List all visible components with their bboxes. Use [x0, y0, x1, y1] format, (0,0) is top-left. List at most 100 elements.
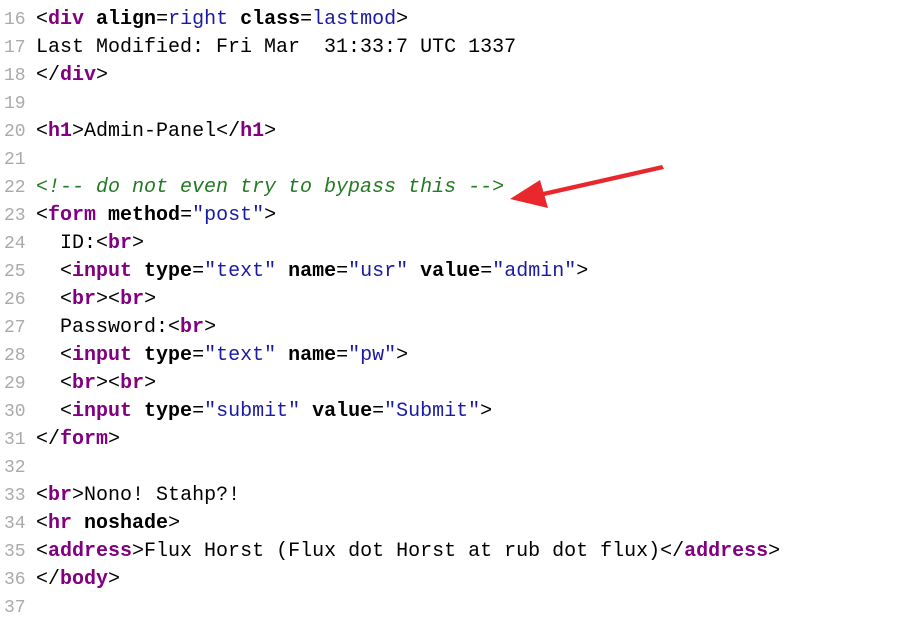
attr-name: name — [288, 260, 337, 283]
code-text: Password:<br> — [36, 314, 922, 342]
punct: = — [192, 400, 205, 423]
code-line-37: 37 — [0, 594, 922, 622]
attr-name: type — [144, 400, 193, 423]
code-text: <br>Nono! Stahp?! — [36, 482, 922, 510]
attr-name: value — [420, 260, 481, 283]
source-code-view: 16 <div align=right class=lastmod> 17 La… — [0, 6, 922, 622]
code-text: Last Modified: Fri Mar 31:33:7 UTC 1337 — [36, 34, 922, 62]
code-line-22: 22 <!-- do not even try to bypass this -… — [0, 174, 922, 202]
code-line-16: 16 <div align=right class=lastmod> — [0, 6, 922, 34]
line-number: 18 — [4, 66, 26, 86]
tag-name: address — [48, 540, 133, 563]
tag-name: input — [72, 344, 133, 367]
tag-name: br — [72, 372, 97, 395]
punct: = — [372, 400, 385, 423]
code-line-18: 18 </div> — [0, 62, 922, 90]
tag-name: h1 — [48, 120, 73, 143]
plain-text: Last Modified: Fri Mar 31:33:7 UTC 1337 — [36, 36, 517, 59]
plain-text: ID: — [60, 232, 97, 255]
code-line-36: 36 </body> — [0, 566, 922, 594]
code-text: <address>Flux Horst (Flux dot Horst at r… — [36, 538, 922, 566]
punct: > — [768, 540, 781, 563]
line-number: 30 — [4, 402, 26, 422]
attr-value: lastmod — [312, 8, 397, 31]
code-text: ID:<br> — [36, 230, 922, 258]
attr-name: method — [108, 204, 181, 227]
plain-text: Admin-Panel — [84, 120, 217, 143]
punct: > — [96, 288, 109, 311]
code-line-26: 26 <br><br> — [0, 286, 922, 314]
punct: < — [36, 120, 49, 143]
line-number: 25 — [4, 262, 26, 282]
code-text: <!-- do not even try to bypass this --> — [36, 174, 922, 202]
code-text: <h1>Admin-Panel</h1> — [36, 118, 922, 146]
code-line-20: 20 <h1>Admin-Panel</h1> — [0, 118, 922, 146]
punct: < — [36, 512, 49, 535]
punct: < — [36, 204, 49, 227]
punct: > — [144, 372, 157, 395]
punct: > — [132, 232, 145, 255]
tag-name: br — [180, 316, 205, 339]
code-text: </div> — [36, 62, 922, 90]
punct: > — [72, 120, 85, 143]
attr-value: "submit" — [204, 400, 301, 423]
line-number: 16 — [4, 10, 26, 30]
code-line-27: 27 Password:<br> — [0, 314, 922, 342]
attr-value: "text" — [204, 260, 277, 283]
attr-name: type — [144, 344, 193, 367]
punct: < — [36, 484, 49, 507]
code-text: <form method="post"> — [36, 202, 922, 230]
tag-name: input — [72, 260, 133, 283]
punct: < — [96, 232, 109, 255]
punct: > — [576, 260, 589, 283]
attr-value: "admin" — [492, 260, 577, 283]
code-text: <input type="text" name="usr" value="adm… — [36, 258, 922, 286]
punct: > — [396, 8, 409, 31]
punct: > — [204, 316, 217, 339]
code-text: <input type="submit" value="Submit"> — [36, 398, 922, 426]
punct: > — [264, 120, 277, 143]
tag-name: h1 — [240, 120, 265, 143]
code-line-23: 23 <form method="post"> — [0, 202, 922, 230]
code-text: <br><br> — [36, 370, 922, 398]
code-line-17: 17 Last Modified: Fri Mar 31:33:7 UTC 13… — [0, 34, 922, 62]
code-text: </body> — [36, 566, 922, 594]
code-line-19: 19 — [0, 90, 922, 118]
punct: < — [60, 260, 73, 283]
tag-name: div — [48, 8, 85, 31]
punct: = — [192, 260, 205, 283]
line-number: 35 — [4, 542, 26, 562]
code-line-21: 21 — [0, 146, 922, 174]
attr-value: "text" — [204, 344, 277, 367]
line-number: 33 — [4, 486, 26, 506]
plain-text: Nono! Stahp?! — [84, 484, 241, 507]
code-text: <input type="text" name="pw"> — [36, 342, 922, 370]
attr-value: "post" — [192, 204, 265, 227]
plain-text: Flux Horst (Flux dot Horst at rub dot fl… — [144, 540, 661, 563]
punct: < — [168, 316, 181, 339]
punct: > — [168, 512, 181, 535]
code-line-33: 33 <br>Nono! Stahp?! — [0, 482, 922, 510]
code-line-24: 24 ID:<br> — [0, 230, 922, 258]
tag-name: hr — [48, 512, 73, 535]
line-number: 22 — [4, 178, 26, 198]
tag-name: address — [684, 540, 769, 563]
line-number: 31 — [4, 430, 26, 450]
code-line-29: 29 <br><br> — [0, 370, 922, 398]
punct: > — [108, 568, 121, 591]
punct: = — [300, 8, 313, 31]
code-line-32: 32 — [0, 454, 922, 482]
code-text: <br><br> — [36, 286, 922, 314]
tag-name: br — [108, 232, 133, 255]
tag-name: br — [48, 484, 73, 507]
